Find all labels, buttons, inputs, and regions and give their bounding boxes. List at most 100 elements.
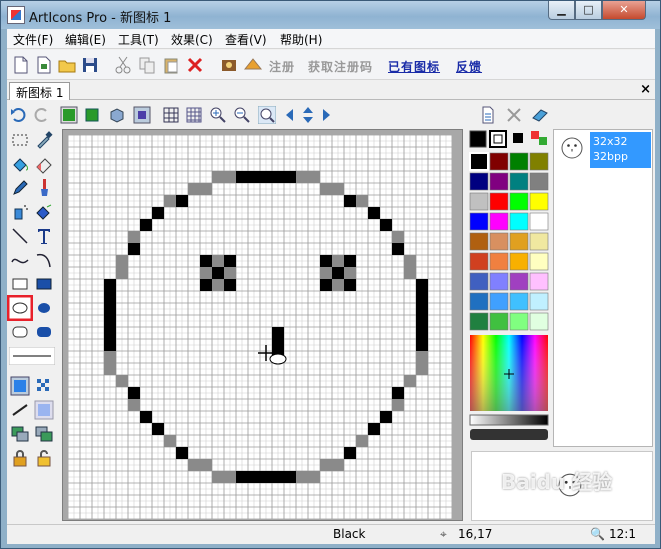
- pixel-gray[interactable]: [404, 267, 416, 279]
- pixel-gray[interactable]: [224, 171, 236, 183]
- menu-file[interactable]: 文件(F): [13, 31, 53, 48]
- pixel-gray[interactable]: [224, 267, 236, 279]
- pixel-black[interactable]: [416, 291, 428, 303]
- tab-close-icon[interactable]: ×: [640, 82, 651, 97]
- menu-view[interactable]: 查看(V): [225, 31, 267, 48]
- color-palette[interactable]: [469, 129, 551, 447]
- pixel-black[interactable]: [128, 387, 140, 399]
- pixel-gray[interactable]: [224, 471, 236, 483]
- pixel-black[interactable]: [236, 471, 248, 483]
- pixel-black[interactable]: [140, 219, 152, 231]
- pencil-icon[interactable]: [9, 177, 31, 199]
- pixel-black[interactable]: [104, 339, 116, 351]
- pixel-black[interactable]: [272, 171, 284, 183]
- register-link[interactable]: 注册: [269, 58, 295, 75]
- pixel-black[interactable]: [272, 339, 284, 351]
- palette-swatch[interactable]: [469, 252, 489, 271]
- new-from-image-icon[interactable]: [34, 55, 54, 75]
- pixel-black[interactable]: [368, 207, 380, 219]
- icon-canvas[interactable]: [62, 129, 463, 521]
- pixel-gray[interactable]: [404, 375, 416, 387]
- pixel-grid[interactable]: [68, 135, 452, 519]
- pixel-black[interactable]: [140, 411, 152, 423]
- palette-swatch[interactable]: [529, 312, 549, 331]
- palette-swatch[interactable]: [489, 272, 509, 291]
- pixel-gray[interactable]: [416, 363, 428, 375]
- layers-b-icon[interactable]: [33, 423, 55, 445]
- palette-swatch[interactable]: [489, 292, 509, 311]
- background-color[interactable]: [489, 130, 507, 148]
- palette-swatch[interactable]: [489, 232, 509, 251]
- pixel-black[interactable]: [344, 255, 356, 267]
- move-left-icon[interactable]: [282, 106, 300, 124]
- pixel-black[interactable]: [200, 279, 212, 291]
- palette-swatch[interactable]: [469, 192, 489, 211]
- move-right-icon[interactable]: [316, 106, 334, 124]
- have-icons-link[interactable]: 已有图标: [388, 58, 440, 75]
- pixel-black[interactable]: [416, 303, 428, 315]
- pixel-black[interactable]: [416, 279, 428, 291]
- pixel-gray[interactable]: [116, 255, 128, 267]
- pixel-black[interactable]: [152, 207, 164, 219]
- rounded-rect-outline-icon[interactable]: [9, 321, 31, 343]
- brush-icon[interactable]: [33, 177, 55, 199]
- lock-a-icon[interactable]: [9, 447, 31, 469]
- pixel-gray[interactable]: [416, 351, 428, 363]
- format-doc-icon[interactable]: [479, 106, 497, 124]
- palette-swatch[interactable]: [529, 212, 549, 231]
- fill-bucket-icon[interactable]: [9, 153, 31, 175]
- spray-icon[interactable]: [9, 201, 31, 223]
- pixel-gray[interactable]: [332, 255, 344, 267]
- pixel-black[interactable]: [380, 219, 392, 231]
- pixel-gray[interactable]: [164, 435, 176, 447]
- ellipse-filled-icon[interactable]: [33, 297, 55, 319]
- palette-swatch[interactable]: [529, 292, 549, 311]
- eraser-layer-icon[interactable]: [531, 106, 549, 124]
- pattern-fill-mode-icon[interactable]: [33, 375, 55, 397]
- rounded-rect-filled-icon[interactable]: [33, 321, 55, 343]
- get-code-link[interactable]: 获取注册码: [308, 58, 373, 75]
- antialias-icon[interactable]: [9, 399, 31, 421]
- pixel-black[interactable]: [320, 279, 332, 291]
- format-entry-selected[interactable]: 32x32 32bpp: [590, 132, 651, 168]
- pixel-black[interactable]: [392, 387, 404, 399]
- pixel-gray[interactable]: [356, 435, 368, 447]
- pixel-black[interactable]: [344, 447, 356, 459]
- pixel-gray[interactable]: [404, 255, 416, 267]
- title-bar[interactable]: ArtIcons Pro - 新图标 1 ▁ □ ✕: [1, 1, 660, 29]
- palette-swatch[interactable]: [509, 232, 529, 251]
- pixel-black[interactable]: [236, 171, 248, 183]
- pixel-gray[interactable]: [212, 471, 224, 483]
- palette-swatch[interactable]: [469, 292, 489, 311]
- pixel-black[interactable]: [320, 255, 332, 267]
- pixel-black[interactable]: [104, 291, 116, 303]
- grid-toggle-icon[interactable]: [162, 106, 180, 124]
- pixel-gray[interactable]: [296, 171, 308, 183]
- zoom-out-icon[interactable]: [233, 106, 251, 124]
- pixel-gray[interactable]: [188, 183, 200, 195]
- pixel-black[interactable]: [260, 471, 272, 483]
- get-code-icon[interactable]: [243, 55, 263, 75]
- eyedropper-icon[interactable]: [33, 129, 55, 151]
- pixel-gray[interactable]: [200, 267, 212, 279]
- pixel-black[interactable]: [272, 471, 284, 483]
- menu-effects[interactable]: 效果(C): [171, 31, 213, 48]
- pixel-gray[interactable]: [104, 363, 116, 375]
- eraser-icon[interactable]: [33, 153, 55, 175]
- pixel-black[interactable]: [128, 243, 140, 255]
- pixel-black[interactable]: [380, 411, 392, 423]
- pixel-black[interactable]: [104, 315, 116, 327]
- palette-swatch[interactable]: [509, 292, 529, 311]
- pixel-black[interactable]: [212, 267, 224, 279]
- palette-swatch[interactable]: [489, 212, 509, 231]
- rectangle-outline-icon[interactable]: [9, 273, 31, 295]
- palette-swatch[interactable]: [509, 252, 529, 271]
- zoom-in-icon[interactable]: [209, 106, 227, 124]
- palette-swatch[interactable]: [529, 152, 549, 171]
- lock-b-icon[interactable]: [33, 447, 55, 469]
- ellipse-outline-icon[interactable]: [7, 295, 33, 321]
- pixel-gray[interactable]: [332, 183, 344, 195]
- pixel-gray[interactable]: [128, 399, 140, 411]
- format-list[interactable]: 32x32 32bpp: [553, 129, 653, 447]
- palette-swatch[interactable]: [529, 192, 549, 211]
